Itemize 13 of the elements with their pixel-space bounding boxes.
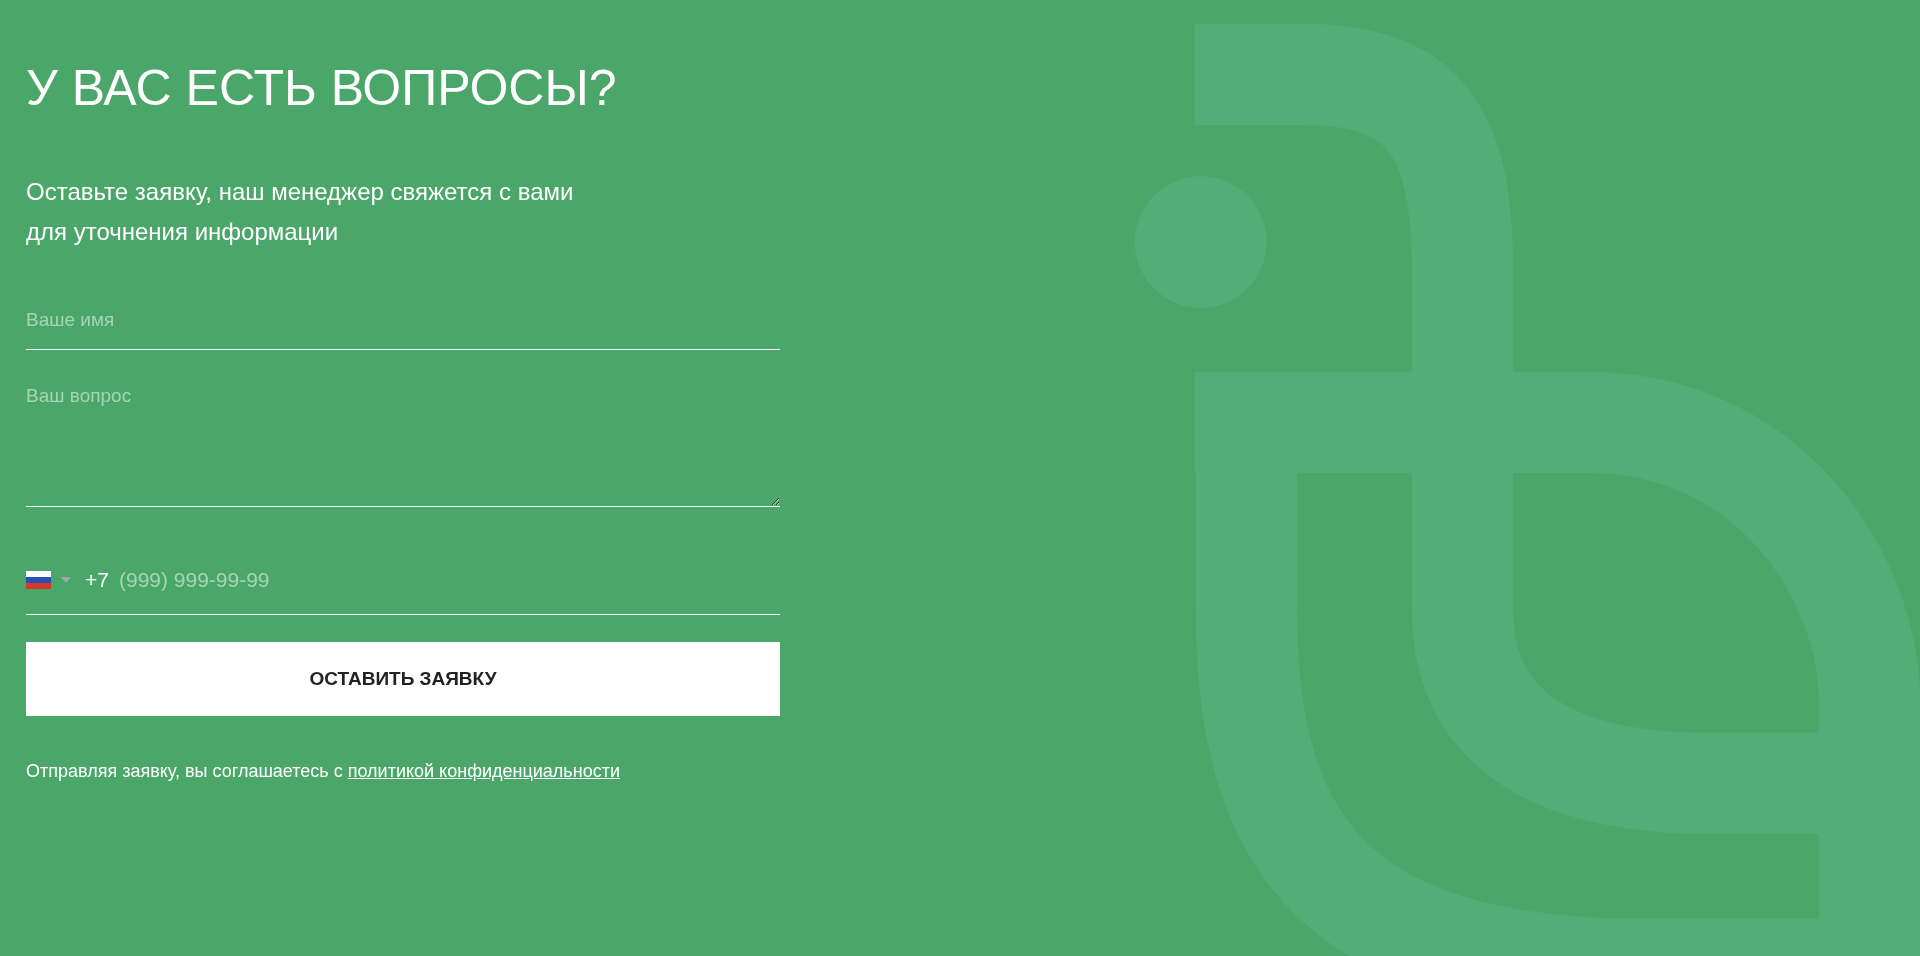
caret-icon[interactable]	[61, 576, 71, 583]
phone-field[interactable]: +7 (999) 999-99-99	[26, 545, 780, 615]
subtitle-line: Оставьте заявку, наш менеджер свяжется с вами	[26, 177, 574, 207]
question-field[interactable]: Ваш вопрос	[26, 380, 780, 507]
privacy-policy-link[interactable]: политикой конфиденциальности	[347, 761, 620, 781]
submit-button[interactable]: ОСТАВИТЬ ЗАЯВКУ	[26, 642, 780, 716]
flag-icon	[26, 570, 51, 589]
consent-text: Отправляя заявку, вы соглашаетесь с политикой конфиденциальности	[26, 760, 621, 783]
name-field[interactable]: Ваше имя	[26, 290, 780, 350]
heading: У ВАС ЕСТЬ ВОПРОСЫ?	[26, 59, 617, 118]
phone-input[interactable]: (999) 999-99-99	[118, 563, 780, 596]
country-code: +7	[85, 566, 109, 593]
subtitle-line: для уточнения информации	[26, 217, 339, 247]
